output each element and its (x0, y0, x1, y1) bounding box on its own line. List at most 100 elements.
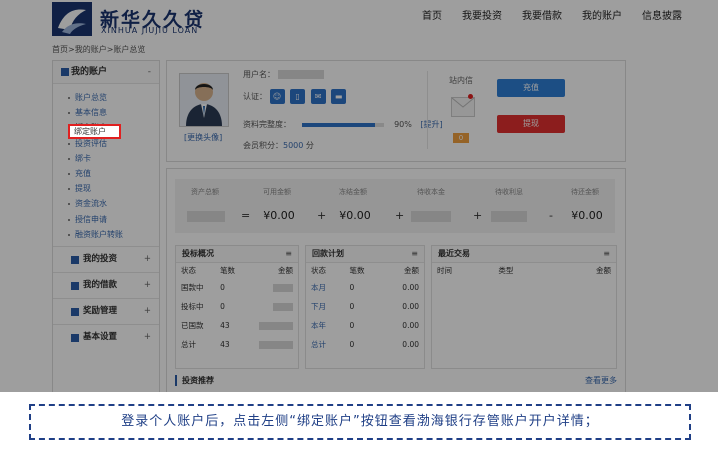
column-header: 笔数 (349, 266, 365, 275)
sidebar-item-withdraw[interactable]: 提现 (53, 181, 159, 196)
nav-invest[interactable]: 我要投资 (462, 7, 502, 22)
sidebar-item-overview[interactable]: 账户总览 (53, 90, 159, 105)
pending-principal-masked (411, 211, 451, 222)
sidebar-group-label: 奖励管理 (83, 305, 118, 316)
column-header: 类型 (498, 266, 514, 275)
table-cell: 0 (349, 283, 355, 292)
sidebar-section-my-account[interactable]: 我的账户 - (53, 61, 159, 84)
asset-summary: 资产总额 可用金额 冻结金额 待收本金 待收利息 待还金额 = ¥0.00 + … (175, 179, 615, 233)
phone-cert-icon[interactable]: ▯ (290, 89, 306, 104)
sidebar-group-label: 基本设置 (83, 331, 118, 342)
table-header-row: 状态 笔数 金额 (306, 263, 424, 278)
nav-my-account[interactable]: 我的账户 (582, 7, 622, 22)
sidebar-section-title: 我的账户 (71, 67, 108, 77)
sidebar-group-settings[interactable]: 基本设置 + (53, 323, 159, 350)
menu-icon[interactable]: ≡ (285, 246, 292, 262)
investment-recommend-title: 投资推荐 (175, 375, 214, 386)
stat-header-to-repay: 待还金额 (571, 188, 599, 196)
bank-card-cert-icon[interactable]: ▬ (331, 89, 347, 104)
user-avatar-icon (180, 74, 228, 126)
table-cell[interactable]: 本年 (306, 316, 344, 335)
table-row: 本年 0 0.00 (306, 316, 424, 335)
profile-panel: [更换头像] 用户名： 认证： ☺ ▯ ✉ ▬ 资料完整度： 90% [提升] … (166, 60, 626, 162)
username-label: 用户名： (243, 70, 275, 79)
stat-header-frozen: 冻结金额 (339, 188, 367, 196)
table-row: 本月 0 0.00 (306, 278, 424, 297)
repayment-plan-table: 状态 笔数 金额 本月 0 0.00 下月 0 0.00 本年 0 0.00 总计 0 0.00 (306, 263, 424, 354)
expand-icon[interactable]: + (144, 299, 151, 324)
stat-header-pending-principal: 待收本金 (417, 188, 445, 196)
nav-home[interactable]: 首页 (422, 7, 442, 22)
column-header: 笔数 (220, 266, 236, 275)
sidebar-group-my-investment[interactable]: 我的投资 + (53, 245, 159, 272)
table-header-row: 时间 类型 金额 (432, 263, 616, 278)
see-more-link[interactable]: 查看更多 (585, 375, 617, 386)
sidebar-group-rewards[interactable]: 奖励管理 + (53, 297, 159, 324)
masked-amount (259, 341, 293, 349)
menu-icon[interactable]: ≡ (603, 246, 610, 262)
username-value-masked (277, 70, 324, 79)
column-header: 金额 (278, 266, 293, 275)
instruction-caption: 登录个人账户后，点击左侧“绑定账户”按钮查看渤海银行存管账户开户详情； (29, 404, 691, 440)
table-cell: 0 (349, 302, 355, 311)
highlighted-bind-account[interactable]: 绑定账户 (68, 124, 121, 139)
unread-dot (468, 94, 473, 99)
collapse-icon[interactable]: - (148, 61, 151, 83)
withdraw-button[interactable]: 提现 (497, 115, 565, 133)
menu-icon[interactable]: ≡ (411, 246, 418, 262)
table-row: 已国款 43 (176, 316, 298, 335)
table-header-row: 状态 笔数 金额 (176, 263, 298, 278)
bid-overview-header: 投标概况 ≡ (176, 246, 298, 263)
bank-icon (61, 68, 69, 76)
account-sidebar: 我的账户 - 账户总览 基本信息 绑定账户 投资评估 绑卡 充值 提现 资金流水… (52, 60, 160, 392)
table-cell (245, 335, 298, 354)
sidebar-item-recharge[interactable]: 充值 (53, 166, 159, 181)
change-avatar-link[interactable]: [更换头像] (184, 132, 222, 143)
pending-interest-masked (491, 211, 527, 222)
highlighted-bind-account-label: 绑定账户 (74, 127, 106, 136)
masked-amount (273, 284, 293, 292)
sidebar-group-my-loan[interactable]: 我的借款 + (53, 271, 159, 298)
sidebar-item-financing-transfer[interactable]: 融资账户转账 (53, 227, 159, 242)
recent-trades-table: 时间 类型 金额 (432, 263, 616, 278)
brand-logo-icon[interactable] (52, 2, 92, 36)
table-row: 总计 43 (176, 335, 298, 354)
nav-borrow[interactable]: 我要借款 (522, 7, 562, 22)
points-row: 会员积分：5000 分 (243, 140, 314, 151)
avatar[interactable] (179, 73, 229, 127)
stat-header-available: 可用金额 (263, 188, 291, 196)
table-cell[interactable]: 本月 (306, 278, 344, 297)
nav-disclosure[interactable]: 信息披露 (642, 7, 682, 22)
table-cell: 0 (349, 340, 355, 349)
sidebar-item-credit-apply[interactable]: 授信申请 (53, 212, 159, 227)
envelope-flap-icon (451, 97, 475, 108)
recharge-button[interactable]: 充值 (497, 79, 565, 97)
card-title: 回款计划 (312, 249, 344, 258)
completeness-row: 资料完整度： 90% [提升] (243, 119, 443, 130)
table-cell[interactable]: 总计 (306, 335, 344, 354)
sidebar-item-bind-card[interactable]: 绑卡 (53, 151, 159, 166)
table-cell[interactable]: 下月 (306, 297, 344, 316)
expand-icon[interactable]: + (144, 273, 151, 298)
sidebar-item-fund-flow[interactable]: 资金流水 (53, 196, 159, 211)
column-header: 时间 (437, 266, 452, 275)
brand-name-en: XINHUA JIUJIU LOAN (101, 26, 199, 35)
identity-cert-icon[interactable]: ☺ (269, 89, 285, 104)
table-row: 投标中 0 (176, 297, 298, 316)
email-cert-icon[interactable]: ✉ (310, 89, 326, 104)
completeness-progress-fill (301, 122, 376, 127)
envelope-icon[interactable] (451, 97, 475, 117)
expand-icon[interactable]: + (144, 325, 151, 350)
sidebar-item-list: 账户总览 基本信息 绑定账户 投资评估 绑卡 充值 提现 资金流水 授信申请 融… (53, 84, 159, 246)
expand-icon[interactable]: + (144, 247, 151, 272)
table-cell: 国款中 (181, 283, 204, 292)
improve-link[interactable]: [提升] (420, 120, 442, 129)
table-cell: 0.00 (402, 321, 419, 330)
card-title: 投标概况 (182, 249, 214, 258)
table-cell: 0.00 (402, 302, 419, 311)
points-value[interactable]: 5000 (283, 141, 303, 150)
sidebar-item-basic-info[interactable]: 基本信息 (53, 105, 159, 120)
total-assets-masked (187, 211, 225, 222)
top-navigation: 首页 我要投资 我要借款 我的账户 信息披露 (422, 7, 682, 22)
repayment-plan-card: 回款计划 ≡ 状态 笔数 金额 本月 0 0.00 下月 0 0.00 本年 0 0.00 … (305, 245, 425, 369)
